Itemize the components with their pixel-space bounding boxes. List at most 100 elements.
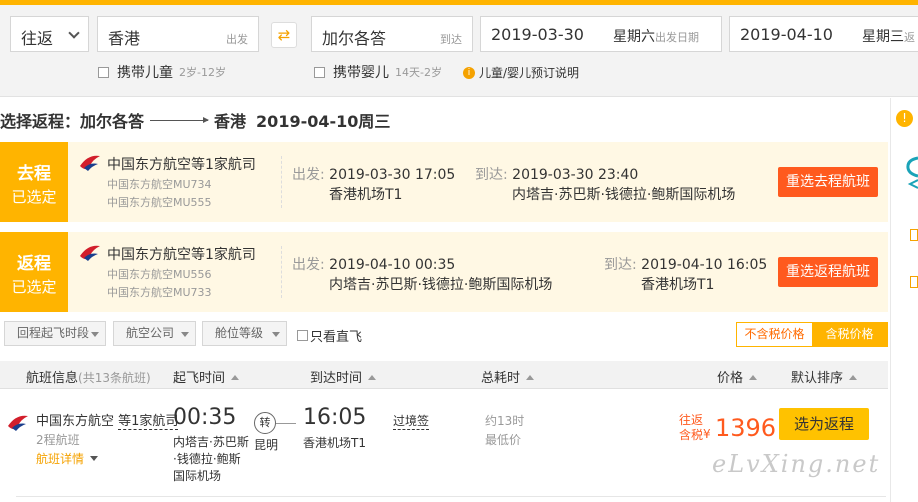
outbound-tag: 去程 已选定 bbox=[0, 142, 68, 222]
flight-arrive-time: 16:05 bbox=[303, 405, 367, 430]
flight-depart-airport: 内塔吉·苏巴斯·钱德拉·鲍斯国际机场 bbox=[173, 435, 249, 483]
booking-note-label: 儿童/婴儿预订说明 bbox=[479, 66, 580, 80]
price-currency: ¥ bbox=[703, 427, 711, 441]
col-duration-sort[interactable]: 总耗时 bbox=[481, 367, 535, 386]
infant-label: 携带婴儿 bbox=[333, 65, 389, 81]
time-filter-label: 回程起飞时段 bbox=[17, 326, 90, 340]
cabin-filter-dropdown[interactable]: 舱位等级 bbox=[202, 321, 287, 346]
child-option[interactable]: 携带儿童 2岁-12岁 bbox=[98, 62, 226, 82]
booking-note-link[interactable]: i 儿童/婴儿预订说明 bbox=[463, 64, 579, 81]
col-flight-info: 航班信息(共13条航班) bbox=[26, 371, 151, 386]
price-label: 往返 含税 bbox=[679, 413, 704, 442]
infant-age: 14天-2岁 bbox=[395, 66, 442, 79]
flight-price: 1396 bbox=[715, 414, 777, 442]
info-icon: i bbox=[463, 66, 475, 79]
flight-row: 中国东方航空 等1家航司 2程航班 航班详情 00:35 内塔吉·苏巴斯·钱德拉… bbox=[0, 390, 888, 502]
sort-up-icon bbox=[231, 375, 240, 380]
caret-down-icon bbox=[181, 332, 189, 337]
route-title: 选择返程： 加尔各答 香港 2019-04-10周三 bbox=[0, 108, 390, 132]
direct-only-checkbox[interactable] bbox=[297, 330, 308, 341]
divider bbox=[281, 246, 282, 298]
trip-type-select[interactable]: 往返 bbox=[10, 16, 89, 52]
trip-type-value: 往返 bbox=[21, 29, 54, 48]
outbound-flight-1: 中国东方航空MU734 bbox=[107, 178, 212, 191]
child-age: 2岁-12岁 bbox=[179, 66, 226, 79]
col-price-sort[interactable]: 价格 bbox=[717, 367, 758, 386]
divider bbox=[281, 156, 282, 208]
outbound-flight-2: 中国东方航空MU555 bbox=[107, 196, 212, 209]
direct-only-option[interactable]: 只看直飞 bbox=[297, 326, 362, 345]
chevron-down-icon bbox=[90, 456, 99, 461]
caret-down-icon bbox=[272, 332, 280, 337]
flight-airline: 中国东方航空 等1家航司 bbox=[36, 414, 179, 430]
select-return-button[interactable]: 选为返程 bbox=[779, 408, 869, 440]
ad-logo-icon bbox=[906, 156, 918, 189]
inbound-tag: 返程 已选定 bbox=[0, 232, 68, 312]
reselect-inbound-button[interactable]: 重选返程航班 bbox=[778, 257, 878, 287]
inbound-tag-status: 已选定 bbox=[11, 278, 57, 296]
outbound-arrive-airport: 内塔吉·苏巴斯·钱德拉·鲍斯国际机场 bbox=[512, 187, 736, 203]
transit-visa-link[interactable]: 过境签 bbox=[393, 412, 430, 430]
col-depart-sort[interactable]: 起飞时间 bbox=[173, 367, 240, 386]
transfer-city: 昆明 bbox=[254, 438, 279, 452]
infant-option[interactable]: 携带婴儿 14天-2岁 bbox=[314, 62, 442, 82]
inbound-depart-airport: 内塔吉·苏巴斯·钱德拉·鲍斯国际机场 bbox=[329, 277, 553, 293]
flight-detail-link[interactable]: 航班详情 bbox=[36, 450, 99, 467]
search-bar: 往返 香港 出发 ⇄ 加尔各答 到达 2019-03-30 星期六出发日期 20… bbox=[0, 0, 918, 97]
flight-legs: 2程航班 bbox=[36, 433, 80, 447]
col-default-sort[interactable]: 默认排序 bbox=[791, 367, 858, 386]
to-city-input[interactable]: 加尔各答 到达 bbox=[311, 16, 473, 52]
depart-date-value: 2019-03-30 bbox=[491, 25, 584, 44]
from-suffix: 出发 bbox=[226, 33, 248, 46]
inbound-arrive: 到达: 2019-04-10 16:05 bbox=[604, 257, 768, 273]
to-suffix: 到达 bbox=[440, 33, 462, 46]
swap-cities-icon[interactable]: ⇄ bbox=[271, 22, 297, 48]
caret-down-icon bbox=[91, 332, 99, 337]
outbound-arrive: 到达: 2019-03-30 23:40 bbox=[475, 167, 639, 183]
china-eastern-logo-icon bbox=[8, 415, 28, 431]
sidebar-item-icon[interactable] bbox=[910, 229, 918, 241]
watermark: eLvXing.net bbox=[712, 450, 881, 478]
price-tax-toggle: 不含税价格 含税价格 bbox=[736, 322, 888, 347]
china-eastern-logo-icon bbox=[80, 155, 100, 171]
sort-up-icon bbox=[526, 375, 535, 380]
return-date-input[interactable]: 2019-04-10 星期三返 bbox=[729, 16, 918, 52]
sort-up-icon bbox=[749, 375, 758, 380]
cabin-filter-label: 舱位等级 bbox=[215, 326, 264, 340]
info-icon[interactable]: ! bbox=[896, 110, 913, 127]
route-from: 加尔各答 bbox=[80, 112, 145, 131]
col-arrive-sort[interactable]: 到达时间 bbox=[310, 367, 377, 386]
route-line bbox=[276, 423, 296, 424]
outbound-depart-airport: 香港机场T1 bbox=[329, 187, 403, 203]
transfer-icon: 转 bbox=[254, 412, 276, 434]
child-checkbox[interactable] bbox=[98, 66, 109, 78]
airline-filter-dropdown[interactable]: 航空公司 bbox=[113, 321, 196, 346]
route-date: 2019-04-10周三 bbox=[256, 112, 391, 131]
arrow-right-icon bbox=[150, 116, 210, 123]
child-label: 携带儿童 bbox=[117, 65, 173, 81]
reselect-outbound-button[interactable]: 重选去程航班 bbox=[778, 167, 878, 197]
outbound-airline: 中国东方航空等1家航司 bbox=[107, 157, 256, 173]
from-city-input[interactable]: 香港 出发 bbox=[97, 16, 259, 52]
infant-checkbox[interactable] bbox=[314, 66, 325, 78]
outbound-tag-title: 去程 bbox=[17, 164, 51, 184]
divider bbox=[16, 496, 886, 502]
outbound-tag-status: 已选定 bbox=[11, 188, 57, 206]
inbound-tag-title: 返程 bbox=[17, 254, 51, 274]
inbound-flight-2: 中国东方航空MU733 bbox=[107, 286, 212, 299]
flight-duration: 约13时 bbox=[485, 414, 525, 428]
sidebar-item-icon[interactable] bbox=[910, 276, 918, 288]
to-city-value: 加尔各答 bbox=[322, 29, 387, 48]
sort-up-icon bbox=[849, 375, 858, 380]
flight-arrive-airport: 香港机场T1 bbox=[303, 436, 366, 450]
outbound-depart: 出发: 2019-03-30 17:05 bbox=[292, 167, 456, 183]
time-filter-dropdown[interactable]: 回程起飞时段 bbox=[4, 321, 106, 346]
inbound-depart: 出发: 2019-04-10 00:35 bbox=[292, 257, 456, 273]
include-tax-tab[interactable]: 含税价格 bbox=[812, 323, 887, 346]
depart-date-input[interactable]: 2019-03-30 星期六出发日期 bbox=[480, 16, 722, 52]
airline-filter-label: 航空公司 bbox=[126, 326, 175, 340]
exclude-tax-tab[interactable]: 不含税价格 bbox=[737, 323, 812, 346]
depart-weekday: 星期六出发日期 bbox=[613, 29, 699, 45]
results-header: 航班信息(共13条航班) 起飞时间 到达时间 总耗时 价格 默认排序 bbox=[0, 361, 888, 389]
inbound-arrive-airport: 香港机场T1 bbox=[641, 277, 715, 293]
